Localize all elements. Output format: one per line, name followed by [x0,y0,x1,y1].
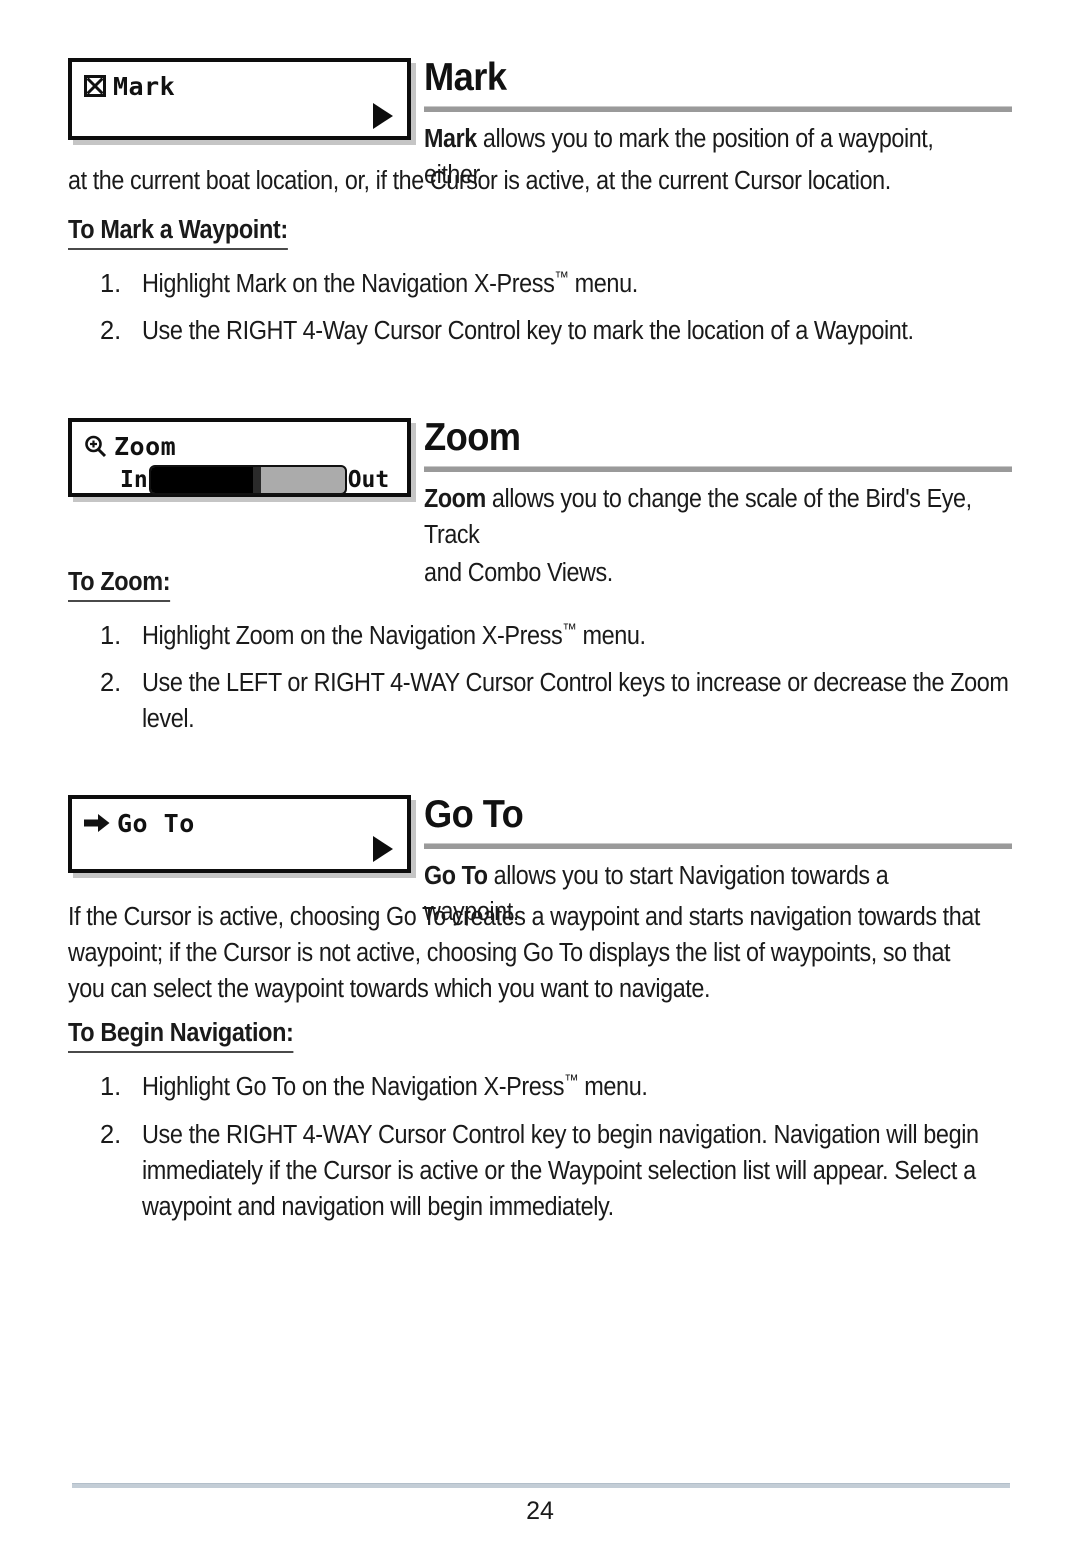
list-item-goto-1: 1. Highlight Go To on the Navigation X-P… [100,1069,1020,1105]
goto-intro-paragraph: If the Cursor is active, choosing Go To … [68,903,980,1004]
right-triangle-icon[interactable] [373,836,393,862]
mark-intro-line2: at the current boat location, or, if the… [68,167,891,195]
footer-divider [72,1483,1010,1488]
arrow-right-icon [84,813,110,833]
lcd-menu-label-goto: Go To [117,808,195,838]
list-text-pre: Highlight Zoom on the Navigation X-Press [142,622,563,650]
list-number: 2. [100,317,122,345]
list-text-post: menu. [568,270,639,298]
zoom-slider[interactable]: In Out [120,465,407,495]
zoom-slider-track[interactable] [148,465,347,495]
lcd-menu-row: Zoom [72,422,407,463]
zoom-slider-in-label: In [120,466,148,493]
list-item-goto-2: 2. Use the RIGHT 4-WAY Cursor Control ke… [100,1117,1080,1226]
zoom-slider-fill [150,467,258,493]
list-text: Use the RIGHT 4-WAY Cursor Control key t… [142,1121,979,1222]
lcd-menu-label-zoom: Zoom [114,431,177,461]
mark-intro-lead: Mark [424,125,477,153]
trademark-symbol: ™ [564,1072,579,1090]
page-title-zoom: Zoom [424,416,521,459]
zoom-intro-line2: and Combo Views. [424,559,613,588]
trademark-symbol: ™ [554,269,569,287]
list-number: 1. [100,622,122,650]
list-text: Use the RIGHT 4-Way Cursor Control key t… [142,317,914,345]
zoom-intro-line1: Zoom allows you to change the scale of t… [424,481,973,553]
list-text-pre: Highlight Mark on the Navigation X-Press [142,270,555,298]
lcd-menu-item-goto[interactable]: Go To [68,795,411,873]
zoom-slider-out-label: Out [347,466,390,493]
subhead-goto: To Begin Navigation: [68,1019,294,1053]
page-title-mark: Mark [424,56,507,99]
title-divider [424,466,1012,472]
list-item-zoom-2: 2. Use the LEFT or RIGHT 4-WAY Cursor Co… [100,665,1080,737]
manual-page: Mark Mark Mark allows you to mark the po… [0,0,1080,1560]
goto-intro-lead: Go To [424,862,488,890]
zoom-intro-lead: Zoom [424,485,486,513]
lcd-menu-row: Go To [72,799,407,840]
title-divider [424,843,1012,849]
lcd-menu-item-zoom[interactable]: Zoom In Out [68,418,411,497]
list-number: 1. [100,270,122,298]
page-title-goto: Go To [424,793,524,836]
page-number: 24 [526,1497,554,1525]
list-number: 2. [100,1121,122,1149]
lcd-menu-label-mark: Mark [113,71,176,101]
title-divider [424,106,1012,112]
list-text: Highlight Mark on the Navigation X-Press… [142,266,950,302]
list-item-mark-1: 1. Highlight Mark on the Navigation X-Pr… [100,266,1020,302]
list-item-mark-2: 2. Use the RIGHT 4-Way Cursor Control ke… [100,313,1020,349]
list-text-pre: Highlight Go To on the Navigation X-Pres… [142,1073,565,1101]
list-text: Highlight Go To on the Navigation X-Pres… [142,1069,950,1105]
zoom-heading-column: Zoom Zoom allows you to change the scale… [424,418,1012,592]
list-text-post: menu. [578,1073,648,1101]
trademark-symbol: ™ [562,621,577,639]
subhead-mark: To Mark a Waypoint: [68,216,288,250]
list-text: Use the LEFT or RIGHT 4-WAY Cursor Contr… [142,669,1009,734]
lcd-menu-row: Mark [72,62,407,103]
lcd-menu-item-mark[interactable]: Mark [68,58,411,140]
list-item-zoom-1: 1. Highlight Zoom on the Navigation X-Pr… [100,618,1020,654]
list-number: 2. [100,669,122,697]
subhead-zoom: To Zoom: [68,568,171,602]
list-text-post: menu. [576,622,647,650]
list-text: Highlight Zoom on the Navigation X-Press… [142,618,950,654]
magnifier-plus-icon [84,435,107,458]
list-number: 1. [100,1073,122,1101]
zoom-intro-rest: allows you to change the scale of the Bi… [424,485,972,550]
waypoint-crossed-box-icon [84,75,106,97]
right-triangle-icon[interactable] [373,103,393,129]
zoom-slider-knob[interactable] [253,467,262,493]
